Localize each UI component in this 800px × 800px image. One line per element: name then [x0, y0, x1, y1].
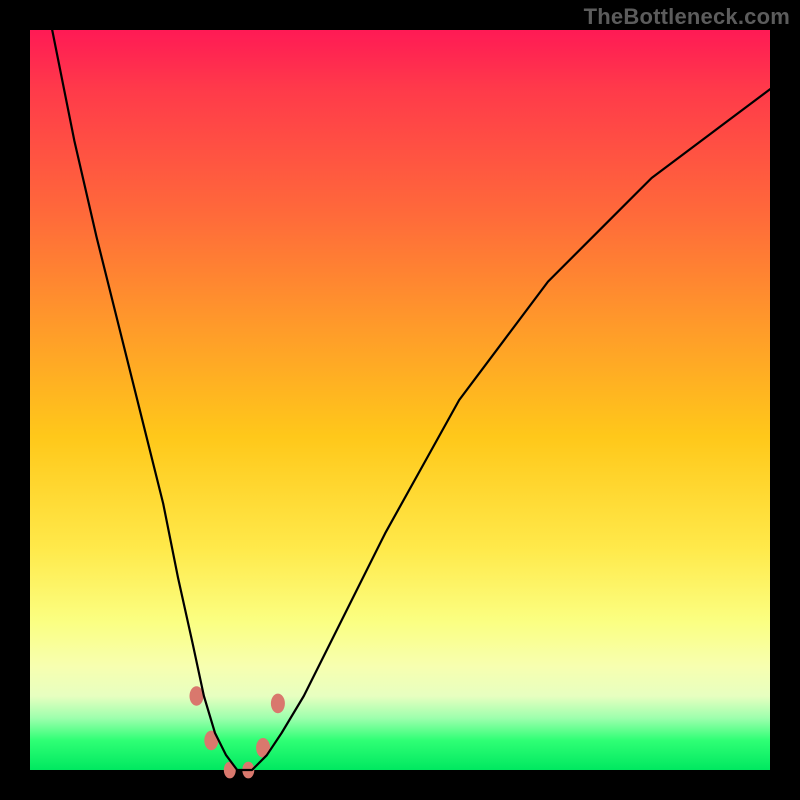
v-curve-path — [52, 30, 770, 770]
chart-overlay — [30, 30, 770, 770]
curve-marker-5 — [271, 694, 285, 714]
outer-frame: TheBottleneck.com — [0, 0, 800, 800]
marker-group — [190, 686, 285, 778]
credit-watermark: TheBottleneck.com — [584, 4, 790, 30]
